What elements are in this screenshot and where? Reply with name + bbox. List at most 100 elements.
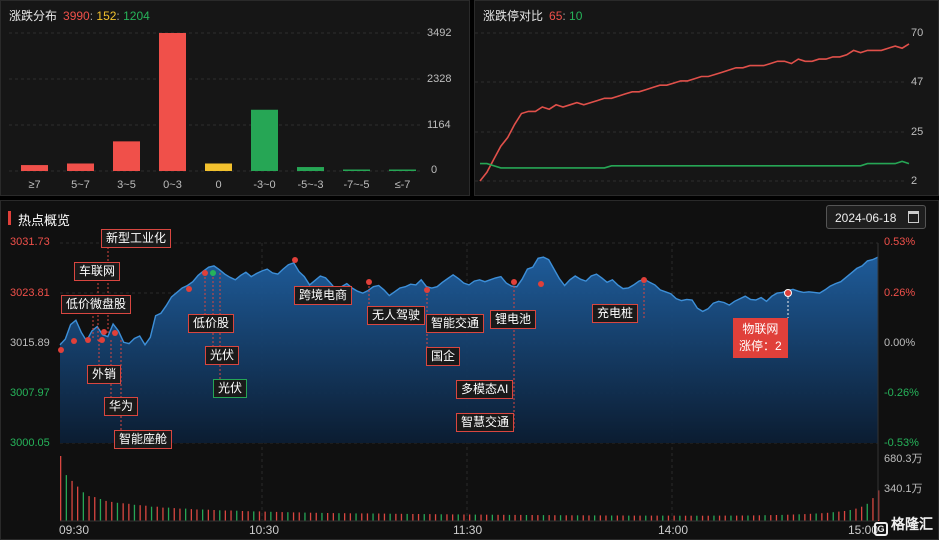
volume-bar [469,514,471,521]
concept-tag[interactable]: 国企 [426,347,461,366]
volume-bar [542,515,545,521]
event-marker [101,329,107,335]
volume-bar [150,506,153,521]
volume-tick: 680.3万 [884,453,923,465]
concept-tag[interactable]: 跨境电商 [294,286,353,305]
volume-bar [332,513,334,521]
volume-bar [554,515,556,521]
concept-tag[interactable]: 光伏 [205,346,240,365]
volume-bar [440,514,442,521]
volume-bar [196,509,198,521]
volume-bar [287,512,289,521]
volume-bar [133,504,136,522]
volume-bar [571,515,573,521]
volume-bar [366,513,369,521]
event-marker [58,347,64,353]
volume-bar [798,514,800,521]
volume-bar [236,510,238,521]
volume-bar [372,513,374,521]
concept-tag[interactable]: 无人驾驶 [367,306,426,325]
concept-tag[interactable]: 车联网 [74,262,121,281]
volume-bar [452,514,454,521]
volume-bar [815,513,817,521]
volume-bar [843,511,846,521]
concept-tag[interactable]: 新型工业化 [101,229,172,248]
volume-bar [531,515,533,521]
volume-bar [156,506,158,521]
volume-bar [633,515,635,521]
concept-tag[interactable]: 外销 [87,365,122,384]
volume-bar [559,515,562,521]
time-tick: 10:30 [249,523,280,537]
volume-bar [111,501,113,521]
volume-bar [866,503,868,521]
volume-bar [497,514,499,521]
volume-bar [162,507,164,521]
volume-bar [474,514,476,521]
volume-bar [838,511,840,521]
volume-bar [173,508,175,521]
volume-bar [588,515,590,521]
volume-bar [361,513,363,521]
volume-bar [167,507,170,521]
volume-bar [423,514,425,521]
volume-bar [338,513,340,521]
volume-bar [724,515,726,521]
concept-tag[interactable]: 光伏 [213,379,248,398]
volume-bar [65,475,67,521]
price-tick: 3015.89 [10,337,50,349]
volume-bar [508,514,511,521]
volume-bar [826,512,829,521]
volume-bar [730,515,732,521]
volume-bar [713,515,715,521]
volume-bar [122,503,124,521]
volume-bar [190,509,192,521]
concept-tag[interactable]: 多模态AI [456,380,514,399]
hot-chart [58,242,880,522]
concept-tag[interactable]: 低价微盘股 [61,295,132,314]
volume-bar [417,514,420,521]
volume-bar [213,510,215,521]
concept-tag[interactable]: 华为 [104,397,139,416]
concept-tag[interactable]: 智能交通 [426,314,485,333]
concept-tag[interactable]: 智能座舱 [114,430,173,449]
event-marker [85,337,91,343]
event-marker [210,270,216,276]
volume-bar [736,515,738,521]
volume-bar [185,508,187,521]
event-marker [366,279,372,285]
volume-bar [628,515,630,521]
concept-tag[interactable]: 锂电池 [490,310,537,329]
event-marker [538,281,544,287]
volume-bar [486,514,488,521]
volume-bar [224,510,226,521]
volume-bar [463,514,465,521]
volume-bar [145,505,147,521]
volume-bar [241,511,244,521]
volume-bar [105,500,107,521]
volume-bar [667,515,670,521]
volume-bar [582,515,584,521]
volume-bar [576,515,579,521]
volume-bar [281,512,283,521]
volume-bar [128,503,130,521]
volume-bar [344,513,346,521]
volume-bar [292,512,295,521]
volume-bar [99,499,102,521]
volume-bar [787,514,789,521]
volume-bar [429,514,431,521]
event-marker [292,257,298,263]
concept-tag[interactable]: 充电桩 [592,304,639,323]
concept-tag[interactable]: 低价股 [188,314,235,333]
volume-bar [639,515,641,521]
volume-bar [378,513,380,521]
volume-bar [349,513,351,521]
volume-bar [258,511,261,521]
highlight-tag[interactable]: 物联网 涨停：2 [733,318,788,358]
volume-bar [71,480,73,521]
concept-tag[interactable]: 智慧交通 [456,413,515,432]
pct-tick: 0.00% [884,337,916,349]
event-marker [424,287,430,293]
volume-bar [77,486,79,521]
volume-bar [298,512,300,521]
